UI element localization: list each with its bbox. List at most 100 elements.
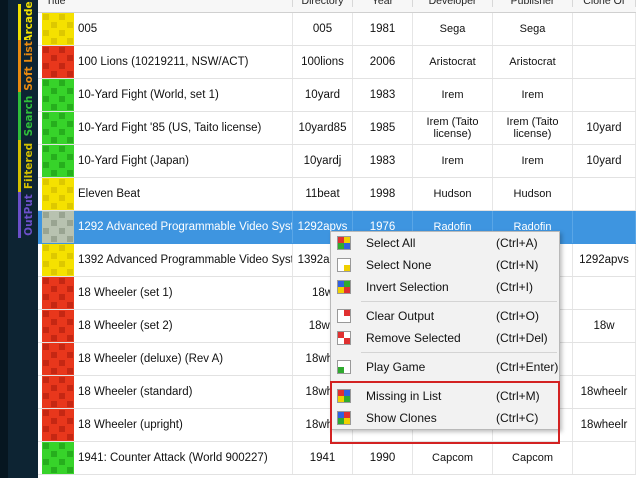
cell-publisher: Irem (493, 79, 573, 111)
game-thumbnail-icon (42, 46, 74, 78)
cell-clone-of (573, 178, 636, 210)
cell-directory: 11beat (293, 178, 353, 210)
menu-item-remove-selected[interactable]: Remove Selected (Ctrl+Del) (331, 327, 559, 349)
menu-item-label: Play Game (366, 360, 426, 374)
cell-year: 1983 (353, 79, 413, 111)
cell-developer: Aristocrat (413, 46, 493, 78)
table-row[interactable]: 10-Yard Fight (World, set 1) 10yard 1983 Ir… (38, 79, 636, 112)
menu-item-icon (337, 389, 351, 403)
menu-item-select-none[interactable]: Select None (Ctrl+N) (331, 254, 559, 276)
cell-year: 1985 (353, 112, 413, 144)
cell-year: 1981 (353, 13, 413, 45)
cell-title: 005 (76, 13, 293, 45)
game-thumbnail-icon (42, 178, 74, 210)
sidebar-tab-color-bar (18, 92, 21, 140)
menu-item-clear-output[interactable]: Clear Output (Ctrl+O) (331, 305, 559, 327)
cell-title: 10-Yard Fight (Japan) (76, 145, 293, 177)
cell-directory: 10yard85 (293, 112, 353, 144)
game-thumbnail-icon (42, 145, 74, 177)
menu-item-label: Select All (366, 236, 416, 250)
menu-separator (361, 301, 557, 302)
cell-title: 1292 Advanced Programmable Video System (76, 211, 293, 243)
menu-item-icon (337, 360, 351, 374)
cell-directory: 10yard (293, 79, 353, 111)
sidebar-tab-color-bar (18, 4, 21, 40)
menu-item-shortcut: (Ctrl+O) (496, 309, 539, 323)
menu-item-shortcut: (Ctrl+C) (496, 411, 539, 425)
cell-title: 18 Wheeler (standard) (76, 376, 293, 408)
cell-title: 18 Wheeler (set 2) (76, 310, 293, 342)
menu-item-play-game[interactable]: Play Game (Ctrl+Enter) (331, 356, 559, 378)
cell-developer: Sega (413, 13, 493, 45)
cell-publisher: Sega (493, 13, 573, 45)
menu-item-select-all[interactable]: Select All (Ctrl+A) (331, 232, 559, 254)
cell-developer: Irem (413, 79, 493, 111)
cell-clone-of: 18wheelr (573, 409, 636, 441)
cell-clone-of (573, 442, 636, 474)
cell-clone-of: 18w (573, 310, 636, 342)
cell-year: 1990 (353, 442, 413, 474)
view-sidebar: Arcade Soft List Search Filtered OutPut (0, 0, 38, 478)
cell-developer: Irem (413, 145, 493, 177)
menu-separator (361, 352, 557, 353)
column-header-publisher[interactable]: Publisher (493, 0, 573, 7)
menu-item-icon (337, 258, 351, 272)
menu-item-missing-in-list[interactable]: Missing in List (Ctrl+M) (331, 385, 559, 407)
sidebar-tab-label: OutPut (23, 194, 35, 236)
menu-item-icon (337, 411, 351, 425)
sidebar-tab-color-bar (18, 140, 21, 192)
cell-title: 100 Lions (10219211, NSW/ACT) (76, 46, 293, 78)
menu-item-shortcut: (Ctrl+Enter) (496, 360, 559, 374)
game-thumbnail-icon (42, 442, 74, 474)
cell-clone-of: 1292apvs (573, 244, 636, 276)
cell-title: 1941: Counter Attack (World 900227) (76, 442, 293, 474)
cell-directory: 005 (293, 13, 353, 45)
column-header-title[interactable]: Title (38, 0, 293, 7)
cell-title: 18 Wheeler (upright) (76, 409, 293, 441)
menu-separator (361, 381, 557, 382)
cell-title: 18 Wheeler (deluxe) (Rev A) (76, 343, 293, 375)
menu-item-label: Clear Output (366, 309, 435, 323)
table-row[interactable]: Eleven Beat 11beat 1998 Hudson Hudson (38, 178, 636, 211)
menu-item-icon (337, 236, 351, 250)
column-header-directory[interactable]: Directory (293, 0, 353, 7)
cell-year: 2006 (353, 46, 413, 78)
cell-title: 18 Wheeler (set 1) (76, 277, 293, 309)
menu-item-label: Missing in List (366, 389, 442, 403)
menu-item-shortcut: (Ctrl+N) (496, 258, 539, 272)
game-thumbnail-icon (42, 13, 74, 45)
cell-developer: Hudson (413, 178, 493, 210)
sidebar-tab-color-bar (18, 192, 21, 238)
column-header-developer[interactable]: Developer (413, 0, 493, 7)
cell-clone-of (573, 46, 636, 78)
table-row[interactable]: 10-Yard Fight (Japan) 10yardj 1983 Irem Irem… (38, 145, 636, 178)
cell-clone-of: 10yard (573, 145, 636, 177)
table-row[interactable]: 005 005 1981 Sega Sega (38, 13, 636, 46)
menu-item-shortcut: (Ctrl+M) (496, 389, 540, 403)
sidebar-tab-output[interactable]: OutPut (18, 192, 38, 238)
cell-publisher: Capcom (493, 442, 573, 474)
game-thumbnail-icon (42, 277, 74, 309)
column-header-year[interactable]: Year (353, 0, 413, 7)
table-row[interactable]: 100 Lions (10219211, NSW/ACT) 100lions 200… (38, 46, 636, 79)
menu-item-show-clones[interactable]: Show Clones (Ctrl+C) (331, 407, 559, 429)
sidebar-tab-color-bar (18, 40, 21, 92)
cell-clone-of (573, 211, 636, 243)
game-thumbnail-icon (42, 376, 74, 408)
table-row[interactable]: 10-Yard Fight '85 (US, Taito license) 10y… (38, 112, 636, 145)
cell-clone-of (573, 13, 636, 45)
menu-item-label: Invert Selection (366, 280, 449, 294)
game-thumbnail-icon (42, 409, 74, 441)
cell-directory: 100lions (293, 46, 353, 78)
column-header-clone-of[interactable]: Clone Of (573, 0, 636, 7)
table-row[interactable]: 1941: Counter Attack (World 900227) 1941 1… (38, 442, 636, 475)
cell-year: 1998 (353, 178, 413, 210)
cell-publisher: Irem (493, 145, 573, 177)
menu-item-invert-selection[interactable]: Invert Selection (Ctrl+I) (331, 276, 559, 298)
cell-publisher: Hudson (493, 178, 573, 210)
menu-item-label: Select None (366, 258, 432, 272)
menu-item-icon (337, 280, 351, 294)
cell-clone-of: 10yard (573, 112, 636, 144)
cell-clone-of (573, 343, 636, 375)
menu-item-label: Show Clones (366, 411, 437, 425)
